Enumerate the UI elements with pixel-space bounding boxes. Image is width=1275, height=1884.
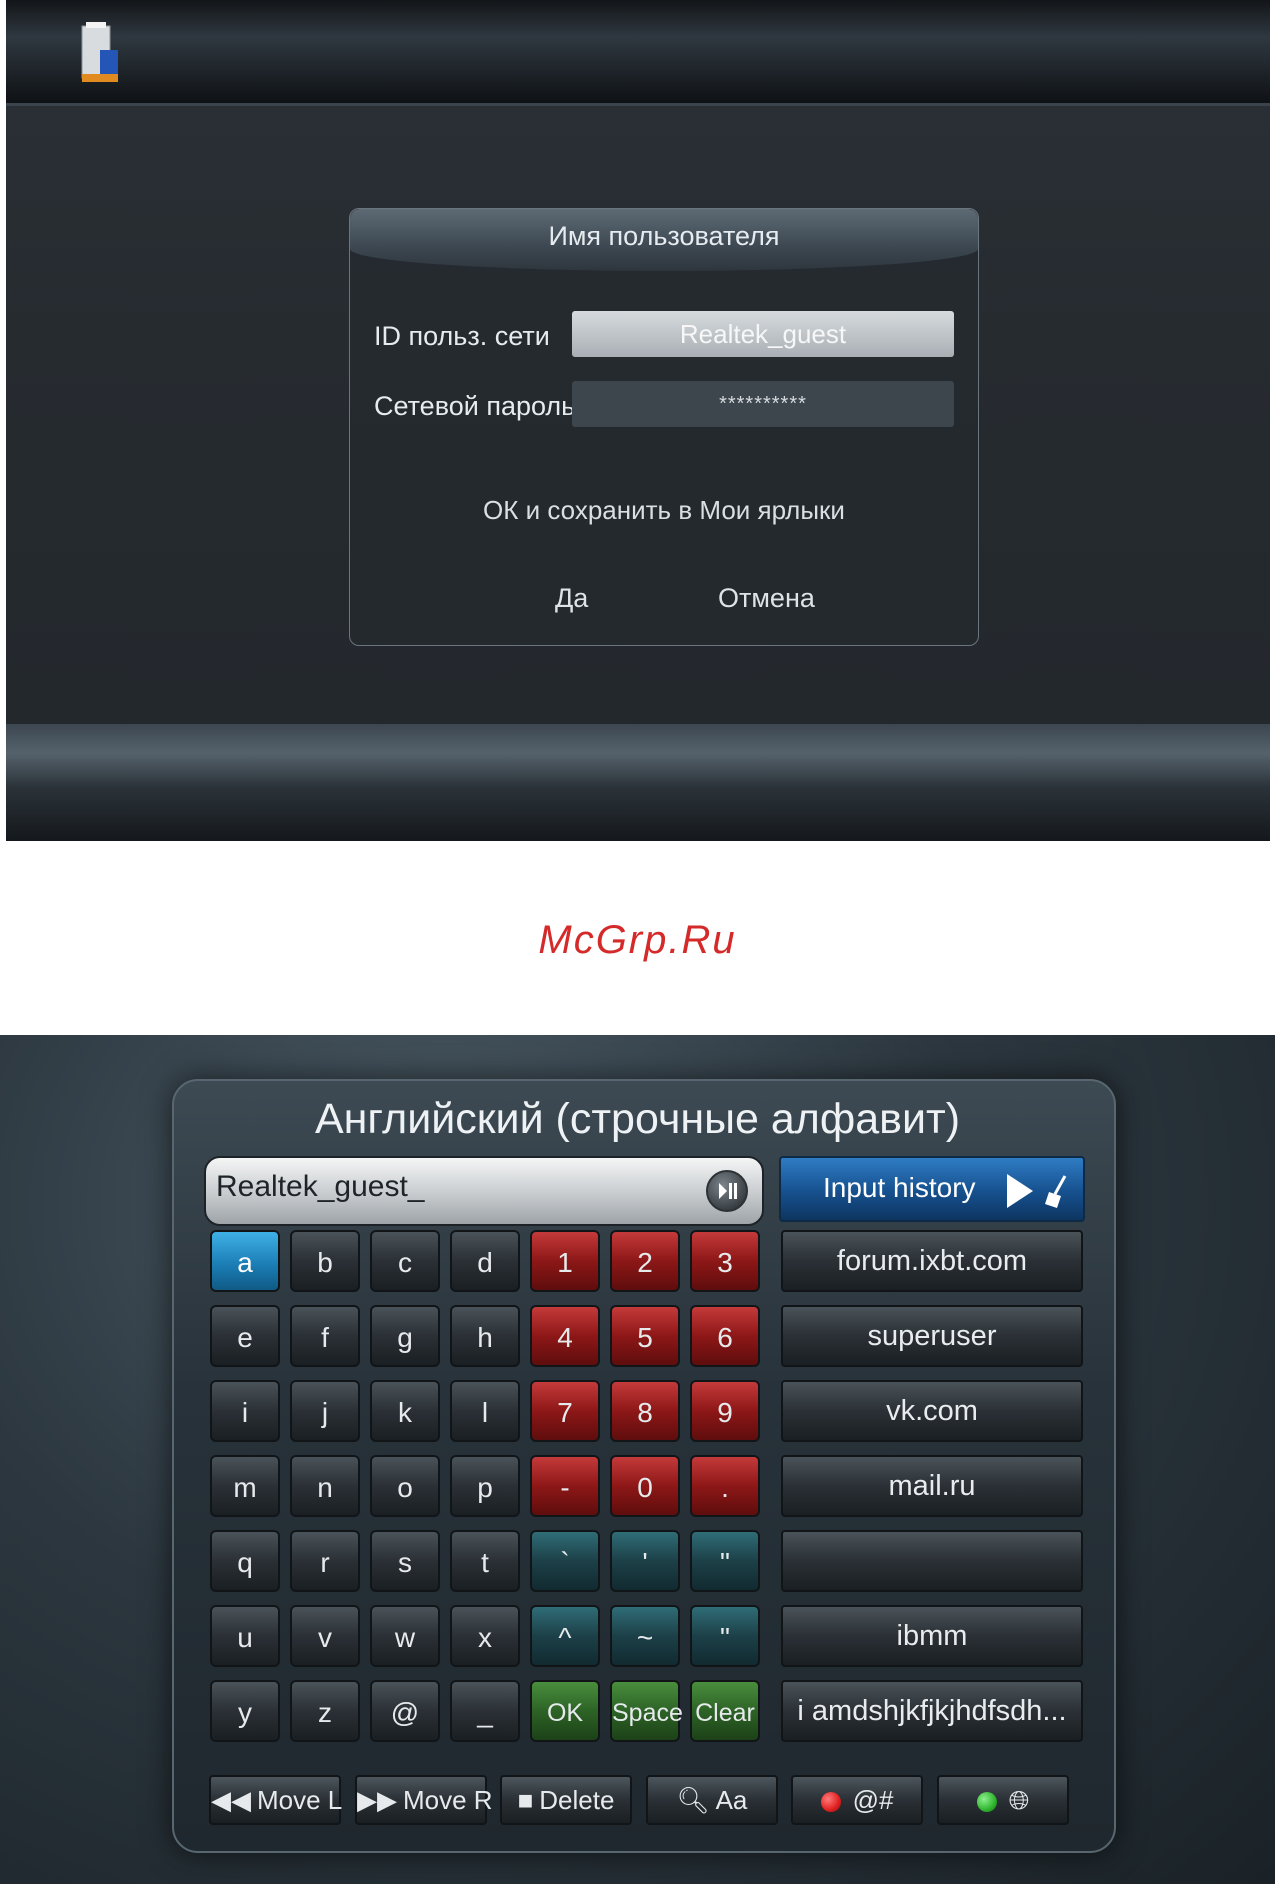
history-item[interactable]: vk.com (781, 1380, 1083, 1442)
dialog-title: Имя пользователя (548, 221, 780, 251)
key-5-2[interactable]: w (370, 1605, 440, 1667)
key-0-2[interactable]: c (370, 1230, 440, 1292)
red-button-icon (820, 1792, 841, 1813)
language-button[interactable]: 🌐︎ (937, 1775, 1069, 1825)
key-3-1[interactable]: n (290, 1455, 360, 1517)
symbols-button[interactable]: @# (791, 1775, 923, 1825)
yes-button[interactable]: Да (555, 583, 588, 614)
cancel-button[interactable]: Отмена (718, 583, 815, 614)
key-0-5[interactable]: 2 (610, 1230, 680, 1292)
rewind-icon: ◀◀ (211, 1785, 251, 1815)
save-to-shortcuts-option[interactable]: ОК и сохранить в Мои ярлыки (350, 495, 978, 526)
input-text: Realtek_guest_ (216, 1170, 425, 1203)
key-4-3[interactable]: t (450, 1530, 520, 1592)
key-6-4[interactable]: OK (530, 1680, 600, 1742)
watermark: McGrp.Ru (538, 918, 737, 962)
key-6-1[interactable]: z (290, 1680, 360, 1742)
zoom-icon: 🔍︎ (676, 1785, 710, 1815)
key-5-0[interactable]: u (210, 1605, 280, 1667)
key-4-1[interactable]: r (290, 1530, 360, 1592)
key-4-4[interactable]: ` (530, 1530, 600, 1592)
input-history-title: Input history (823, 1172, 976, 1203)
top-bar (6, 0, 1270, 106)
key-3-6[interactable]: . (690, 1455, 760, 1517)
globe-icon: 🌐︎ (1008, 1785, 1030, 1815)
key-4-5[interactable]: ' (610, 1530, 680, 1592)
key-2-5[interactable]: 8 (610, 1380, 680, 1442)
network-id-field[interactable]: Realtek_guest (572, 311, 954, 357)
input-history-header[interactable]: Input history (779, 1156, 1085, 1222)
history-item[interactable]: mail.ru (781, 1455, 1083, 1517)
play-pause-icon (706, 1170, 748, 1212)
fast-forward-icon: ▶▶ (357, 1785, 397, 1815)
key-1-6[interactable]: 6 (690, 1305, 760, 1367)
key-1-1[interactable]: f (290, 1305, 360, 1367)
case-toggle-button[interactable]: 🔍︎ Aa (646, 1775, 778, 1825)
play-arrow-icon (1007, 1174, 1033, 1208)
text-input[interactable]: Realtek_guest_ (204, 1156, 764, 1226)
key-4-2[interactable]: s (370, 1530, 440, 1592)
keyboard-title: Английский (строчные алфавит) (314, 1095, 961, 1143)
green-button-icon (976, 1792, 997, 1813)
key-0-3[interactable]: d (450, 1230, 520, 1292)
broom-icon (1045, 1175, 1067, 1208)
network-login-screen: Имя пользователя ID польз. сети Realtek_… (6, 0, 1270, 841)
key-0-6[interactable]: 3 (690, 1230, 760, 1292)
history-item[interactable]: i amdshjkfjkjhdfsdh... (781, 1680, 1083, 1742)
stop-icon: ■ (517, 1785, 534, 1815)
delete-button[interactable]: ■ Delete (500, 1775, 632, 1825)
key-3-0[interactable]: m (210, 1455, 280, 1517)
key-5-5[interactable]: ~ (610, 1605, 680, 1667)
key-2-1[interactable]: j (290, 1380, 360, 1442)
key-4-0[interactable]: q (210, 1530, 280, 1592)
history-item[interactable]: ibmm (781, 1605, 1083, 1667)
bottom-bar (6, 724, 1270, 841)
key-0-1[interactable]: b (290, 1230, 360, 1292)
move-right-button[interactable]: ▶▶ Move R (355, 1775, 493, 1825)
key-6-6[interactable]: Clear (690, 1680, 760, 1742)
key-4-6[interactable]: " (690, 1530, 760, 1592)
key-2-3[interactable]: l (450, 1380, 520, 1442)
network-password-label: Сетевой пароль (374, 391, 576, 421)
key-1-2[interactable]: g (370, 1305, 440, 1367)
key-3-3[interactable]: p (450, 1455, 520, 1517)
history-item[interactable]: superuser (781, 1305, 1083, 1367)
key-1-5[interactable]: 5 (610, 1305, 680, 1367)
move-left-button[interactable]: ◀◀ Move L (209, 1775, 342, 1825)
key-5-3[interactable]: x (450, 1605, 520, 1667)
key-3-5[interactable]: 0 (610, 1455, 680, 1517)
network-app-icon (81, 22, 118, 82)
key-0-0[interactable]: a (210, 1230, 280, 1292)
key-5-1[interactable]: v (290, 1605, 360, 1667)
key-3-4[interactable]: - (530, 1455, 600, 1517)
history-item[interactable]: forum.ixbt.com (781, 1230, 1083, 1292)
key-1-3[interactable]: h (450, 1305, 520, 1367)
key-5-6[interactable]: " (690, 1605, 760, 1667)
key-1-4[interactable]: 4 (530, 1305, 600, 1367)
username-dialog: Имя пользователя ID польз. сети Realtek_… (349, 208, 979, 646)
key-6-0[interactable]: y (210, 1680, 280, 1742)
key-0-4[interactable]: 1 (530, 1230, 600, 1292)
history-item[interactable] (781, 1530, 1083, 1592)
dialog-header: Имя пользователя (350, 209, 978, 271)
key-3-2[interactable]: o (370, 1455, 440, 1517)
key-1-0[interactable]: e (210, 1305, 280, 1367)
key-2-4[interactable]: 7 (530, 1380, 600, 1442)
key-2-2[interactable]: k (370, 1380, 440, 1442)
network-password-field[interactable]: ********** (572, 381, 954, 427)
key-6-5[interactable]: Space (610, 1680, 683, 1742)
key-2-0[interactable]: i (210, 1380, 280, 1442)
key-6-2[interactable]: @ (370, 1680, 440, 1742)
network-id-label: ID польз. сети (374, 321, 550, 351)
key-2-6[interactable]: 9 (690, 1380, 760, 1442)
key-5-4[interactable]: ^ (530, 1605, 600, 1667)
key-6-3[interactable]: _ (450, 1680, 520, 1742)
